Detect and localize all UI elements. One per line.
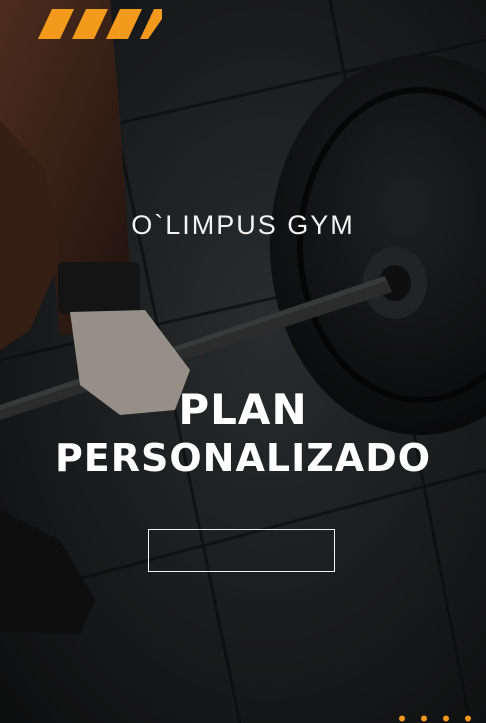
pagination-dots-icon	[399, 715, 471, 722]
headline-line-1: PLAN	[178, 385, 308, 434]
cta-button[interactable]	[148, 529, 335, 572]
headline-line-2: PERSONALIZADO	[54, 436, 432, 480]
background-photo	[0, 0, 486, 723]
brand-name: O`LIMPUS GYM	[131, 210, 355, 240]
orange-diagonal-stripes-icon	[38, 9, 162, 39]
hero-headline: PLAN PERSONALIZADO	[0, 385, 486, 480]
hero-banner: O`LIMPUS GYM PLAN PERSONALIZADO	[0, 0, 486, 723]
